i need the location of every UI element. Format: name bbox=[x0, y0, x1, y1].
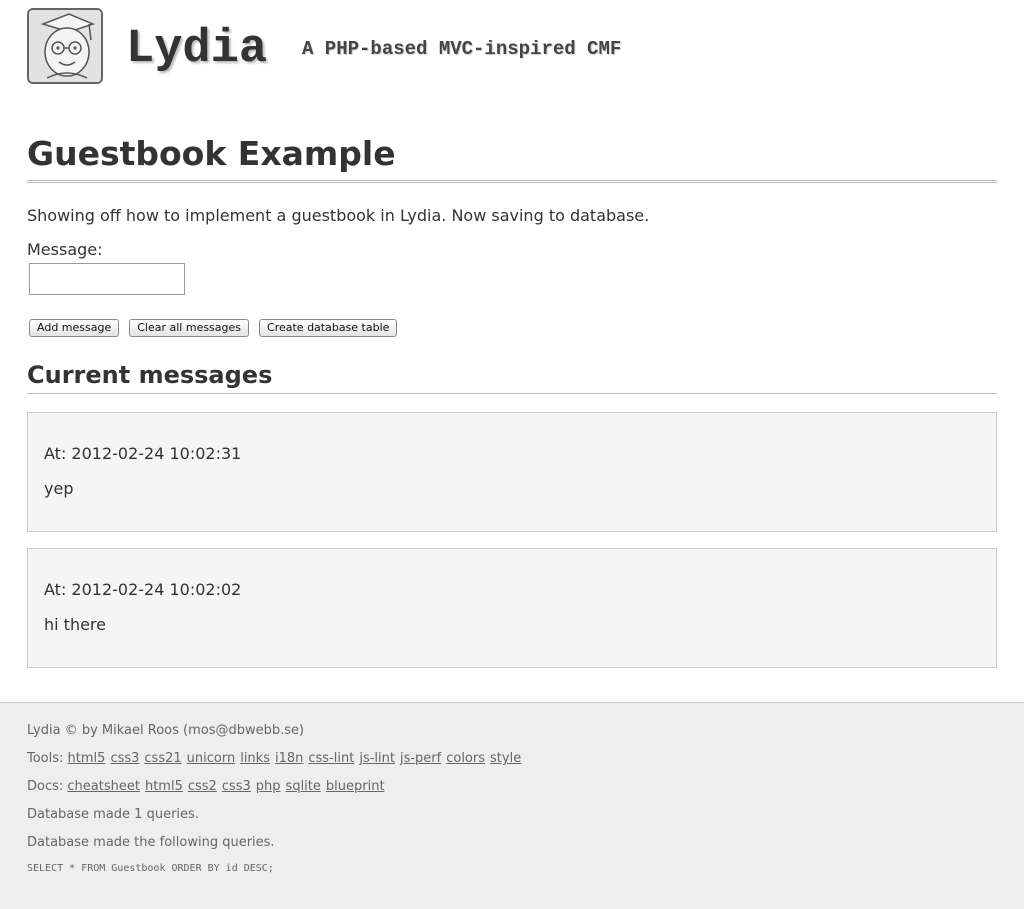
message-timestamp: At: 2012-02-24 10:02:02 bbox=[44, 580, 242, 599]
doc-link-php[interactable]: php bbox=[256, 779, 281, 794]
page-title: Guestbook Example bbox=[27, 130, 997, 183]
intro-text: Showing off how to implement a guestbook… bbox=[27, 206, 650, 225]
footer-copyright: Lydia © by Mikael Roos (mos@dbwebb.se) bbox=[27, 723, 305, 738]
doc-link-blueprint[interactable]: blueprint bbox=[326, 779, 385, 794]
message-item: At: 2012-02-24 10:02:31 yep bbox=[27, 412, 997, 532]
tool-link-style[interactable]: style bbox=[490, 751, 521, 766]
tool-link-css21[interactable]: css21 bbox=[144, 751, 181, 766]
site-header: Lydia A PHP-based MVC-inspired CMF bbox=[27, 8, 727, 88]
site-slogan: A PHP-based MVC-inspired CMF bbox=[302, 38, 622, 60]
message-input[interactable] bbox=[29, 263, 185, 295]
tool-link-i18n[interactable]: i18n bbox=[275, 751, 303, 766]
message-timestamp: At: 2012-02-24 10:02:31 bbox=[44, 444, 242, 463]
tool-link-html5[interactable]: html5 bbox=[68, 751, 106, 766]
doc-link-cheatsheet[interactable]: cheatsheet bbox=[67, 779, 140, 794]
docs-label: Docs: bbox=[27, 779, 64, 794]
footer-tools: Tools: html5 css3 css21 unicorn links i18n css… bbox=[27, 749, 526, 769]
main-content: Guestbook Example Showing off how to imp… bbox=[27, 130, 997, 684]
tools-label: Tools: bbox=[27, 751, 64, 766]
doc-link-css2[interactable]: css2 bbox=[188, 779, 217, 794]
message-text: hi there bbox=[44, 615, 106, 634]
tool-link-colors[interactable]: colors bbox=[446, 751, 485, 766]
clear-messages-button[interactable]: Clear all messages bbox=[129, 319, 250, 337]
current-messages-heading: Current messages bbox=[27, 359, 997, 394]
site-footer: Lydia © by Mikael Roos (mos@dbwebb.se) T… bbox=[0, 702, 1024, 909]
tool-link-js-lint[interactable]: js-lint bbox=[359, 751, 395, 766]
message-list: At: 2012-02-24 10:02:31 yep At: 2012-02-… bbox=[27, 412, 997, 668]
tool-link-css-lint[interactable]: css-lint bbox=[308, 751, 354, 766]
footer-query-text: SELECT * FROM Guestbook ORDER BY id DESC… bbox=[27, 863, 274, 874]
doc-link-css3[interactable]: css3 bbox=[222, 779, 251, 794]
add-message-button[interactable]: Add message bbox=[29, 319, 120, 337]
message-label: Message: bbox=[27, 240, 103, 259]
tool-link-unicorn[interactable]: unicorn bbox=[187, 751, 236, 766]
owl-graduate-logo-icon[interactable] bbox=[27, 8, 103, 84]
form-buttons: Add message Clear all messages Create da… bbox=[27, 319, 997, 337]
message-text: yep bbox=[44, 479, 74, 498]
site-title[interactable]: Lydia bbox=[126, 22, 267, 78]
doc-link-sqlite[interactable]: sqlite bbox=[286, 779, 321, 794]
guestbook-form: Message: Add message Clear all messages … bbox=[27, 239, 997, 337]
footer-query-label: Database made the following queries. bbox=[27, 835, 275, 850]
tool-link-links[interactable]: links bbox=[240, 751, 270, 766]
footer-query-count: Database made 1 queries. bbox=[27, 807, 199, 822]
tool-link-css3[interactable]: css3 bbox=[110, 751, 139, 766]
message-item: At: 2012-02-24 10:02:02 hi there bbox=[27, 548, 997, 668]
tool-link-js-perf[interactable]: js-perf bbox=[400, 751, 441, 766]
doc-link-html5[interactable]: html5 bbox=[145, 779, 183, 794]
footer-docs: Docs: cheatsheet html5 css2 css3 php sqlite bl… bbox=[27, 777, 526, 797]
create-table-button[interactable]: Create database table bbox=[259, 319, 398, 337]
